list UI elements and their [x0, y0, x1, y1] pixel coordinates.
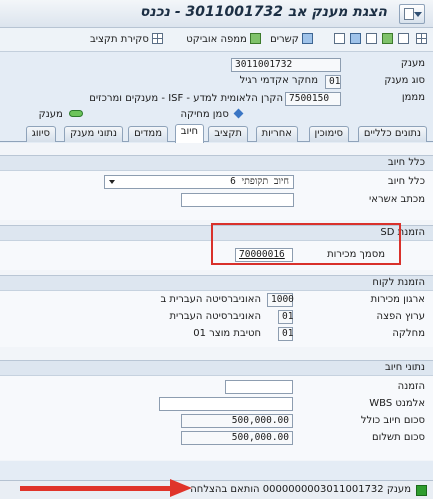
highlight-box — [211, 223, 401, 265]
sales-org-field[interactable]: 1000 — [267, 293, 294, 307]
application-toolbar: סקירת תקציב ממפה אוביקט קשרים — [0, 28, 433, 52]
distribution-channel-label: ערוץ הפצה — [376, 311, 425, 322]
division-field[interactable]: 01 — [278, 327, 293, 341]
diamond-icon — [233, 108, 244, 119]
tab-strip: נתונים כלליים סימוכין אחריות תקציב חיוב … — [0, 124, 433, 143]
toolbar-list[interactable] — [416, 33, 427, 45]
sales-org-label: ארגון מכירות — [370, 294, 425, 305]
sponsor-label: מממן — [401, 92, 425, 103]
grant-field[interactable]: 3011001732 — [231, 58, 341, 72]
distribution-channel-text: האוניברסיטה העברית — [169, 311, 261, 322]
tab-general-data[interactable]: נתונים כלליים — [357, 126, 427, 142]
status-light-icon — [69, 110, 83, 117]
customer-order-title: הזמנת לקוח — [0, 276, 433, 291]
tab-references[interactable]: סימוכין — [308, 126, 349, 142]
tab-grant-data[interactable]: נתוני מענק — [64, 126, 123, 142]
payment-amount-field[interactable]: 500,000.00 — [181, 431, 293, 445]
toolbar-display[interactable] — [382, 33, 393, 45]
toolbar-new[interactable] — [334, 33, 345, 45]
billing-rule-group: כלל חיוב כלל חיוב 6 חיוב תקופתי מכתב אשר… — [0, 155, 433, 220]
mapper-icon — [250, 33, 261, 44]
pencil-icon — [350, 33, 361, 44]
relationship-icon — [302, 33, 313, 44]
sponsor-field[interactable]: 7500150 — [285, 92, 341, 106]
wbs-label: אלמנט WBS — [369, 398, 425, 409]
order-label: הזמנה — [397, 381, 425, 392]
billing-rule-label: כלל חיוב — [387, 176, 425, 187]
status-message: מענק 0000000003011001732 הותאם בהצלחה — [190, 484, 411, 495]
toolbar-object-mapper[interactable]: ממפה אוביקט — [186, 33, 261, 45]
list-icon — [416, 33, 427, 44]
annotation-arrow-shaft — [20, 486, 172, 491]
toolbar-edit[interactable] — [350, 33, 361, 45]
system-menu-button[interactable] — [399, 4, 425, 24]
tab-budget[interactable]: תקציב — [208, 126, 248, 142]
grant-label: מענק — [400, 58, 425, 69]
billing-data-group: נתוני חיוב הזמנה אלמנט WBS סכום חיוב כול… — [0, 360, 433, 460]
success-check-icon — [416, 485, 427, 496]
billing-data-title: נתוני חיוב — [0, 361, 433, 376]
total-billing-label: סכום חיוב כולל — [360, 415, 425, 426]
new-document-icon — [334, 33, 345, 44]
grant-type-text: מחקר אקדמי רגיל — [239, 75, 318, 86]
wbs-field[interactable] — [159, 397, 293, 411]
create-icon — [398, 33, 409, 44]
total-billing-field[interactable]: 500,000.00 — [181, 414, 293, 428]
customer-order-group: הזמנת לקוח ארגון מכירות 1000 האוניברסיטה… — [0, 275, 433, 347]
annotation-arrow-head — [170, 479, 192, 497]
credit-letter-label: מכתב אשראי — [369, 194, 425, 205]
division-label: מחלקה — [392, 328, 425, 339]
tab-billing[interactable]: חיוב — [174, 124, 204, 143]
chevron-down-icon — [414, 12, 422, 17]
grant-status: מענק — [39, 109, 83, 120]
credit-letter-field[interactable] — [181, 193, 294, 207]
billing-tab-panel: כלל חיוב כלל חיוב 6 חיוב תקופתי מכתב אשר… — [0, 143, 433, 461]
tab-classification[interactable]: סיווג — [25, 126, 56, 142]
toolbar-create[interactable] — [398, 33, 409, 45]
chevron-down-icon — [109, 180, 115, 184]
tab-dimensions[interactable]: ממדים — [128, 126, 168, 142]
document-icon — [404, 8, 414, 20]
billing-rule-title: כלל חיוב — [0, 156, 433, 171]
toolbar-copy[interactable] — [366, 33, 377, 45]
grant-header: מענק 3011001732 סוג מענק 01 מחקר אקדמי ר… — [0, 53, 433, 123]
distribution-channel-field[interactable]: 01 — [278, 310, 293, 324]
budget-icon — [152, 33, 163, 44]
billing-rule-dropdown[interactable]: 6 חיוב תקופתי — [104, 175, 294, 189]
copy-icon — [366, 33, 377, 44]
toolbar-budget-overview[interactable]: סקירת תקציב — [90, 33, 163, 45]
toolbar-relationships[interactable]: קשרים — [270, 33, 313, 45]
title-bar: הצגת מענק אב 3011001732 - נכנס — [0, 0, 433, 28]
payment-amount-label: סכום תשלום — [371, 432, 425, 443]
display-icon — [382, 33, 393, 44]
deletion-flag: סמן מחיקה — [180, 108, 244, 120]
sales-org-text: האוניברסיטה העברית ב — [160, 294, 261, 305]
window-title: הצגת מענק אב 3011001732 - נכנס — [139, 4, 387, 20]
grant-type-field[interactable]: 01 — [325, 75, 341, 89]
grant-type-label: סוג מענק — [384, 75, 425, 86]
order-field[interactable] — [225, 380, 293, 394]
tab-responsibility[interactable]: אחריות — [255, 126, 298, 142]
sponsor-text: הקרן הלאומית למדע - ISF - מענקים ומרכזים — [89, 93, 283, 104]
division-text: חטיבת מוצר 01 — [193, 328, 261, 339]
